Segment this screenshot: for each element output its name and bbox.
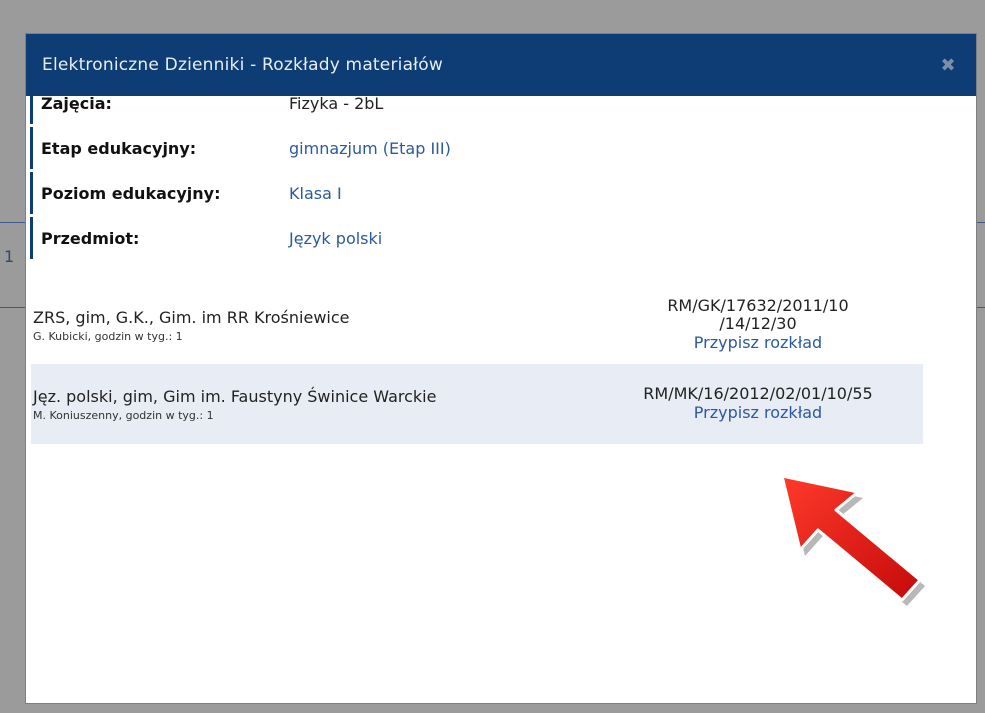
- info-value: Fizyka - 2bL: [289, 93, 384, 113]
- info-label: Zajęcia:: [41, 93, 112, 113]
- dialog-title: Elektroniczne Dzienniki - Rozkłady mater…: [42, 55, 443, 75]
- schedule-code-continued: /14/12/30: [719, 314, 797, 333]
- info-row-przedmiot: Przedmiot: Język polski: [30, 217, 451, 259]
- info-label: Poziom edukacyjny:: [41, 183, 221, 203]
- info-value-link[interactable]: gimnazjum (Etap III): [289, 139, 451, 158]
- schedule-row: ZRS, gim, G.K., Gim. im RR Krośniewice G…: [31, 286, 923, 364]
- schedule-info: Jęz. polski, gim, Gim im. Faustyny Świni…: [33, 387, 553, 422]
- info-row-etap: Etap edukacyjny: gimnazjum (Etap III): [30, 127, 451, 169]
- schedule-code-block: RM/MK/16/2012/02/01/10/55 Przypisz rozkł…: [593, 385, 923, 423]
- schedule-info: ZRS, gim, G.K., Gim. im RR Krośniewice G…: [33, 308, 553, 343]
- info-row-zajecia: Zajęcia: Fizyka - 2bL: [30, 82, 451, 124]
- info-row-poziom: Poziom edukacyjny: Klasa I: [30, 172, 451, 214]
- schedule-title: ZRS, gim, G.K., Gim. im RR Krośniewice: [33, 307, 350, 327]
- assign-schedule-link[interactable]: Przypisz rozkład: [694, 333, 822, 353]
- schedule-code: RM/MK/16/2012/02/01/10/55: [643, 384, 873, 403]
- schedule-subtitle: M. Koniuszenny, godzin w tyg.: 1: [33, 408, 214, 422]
- info-value-link[interactable]: Język polski: [289, 229, 382, 248]
- close-icon[interactable]: ✖: [938, 55, 958, 76]
- assign-schedule-link[interactable]: Przypisz rozkład: [694, 403, 822, 423]
- pointer-arrow-icon: [780, 474, 925, 606]
- background-cell-number: 1: [4, 247, 15, 266]
- class-info: Zajęcia: Fizyka - 2bL Etap edukacyjny: g…: [30, 82, 451, 259]
- info-value-link[interactable]: Klasa I: [289, 184, 342, 203]
- schedule-code: RM/GK/17632/2011/10: [667, 296, 849, 315]
- schedule-subtitle: G. Kubicki, godzin w tyg.: 1: [33, 329, 183, 343]
- schedule-row: Jęz. polski, gim, Gim im. Faustyny Świni…: [31, 364, 923, 444]
- schedule-list: ZRS, gim, G.K., Gim. im RR Krośniewice G…: [31, 286, 923, 444]
- schedule-code-block: RM/GK/17632/2011/10 /14/12/30 Przypisz r…: [593, 297, 923, 353]
- info-label: Etap edukacyjny:: [41, 138, 197, 158]
- info-label: Przedmiot:: [41, 228, 140, 248]
- schedule-title: Jęz. polski, gim, Gim im. Faustyny Świni…: [33, 386, 437, 406]
